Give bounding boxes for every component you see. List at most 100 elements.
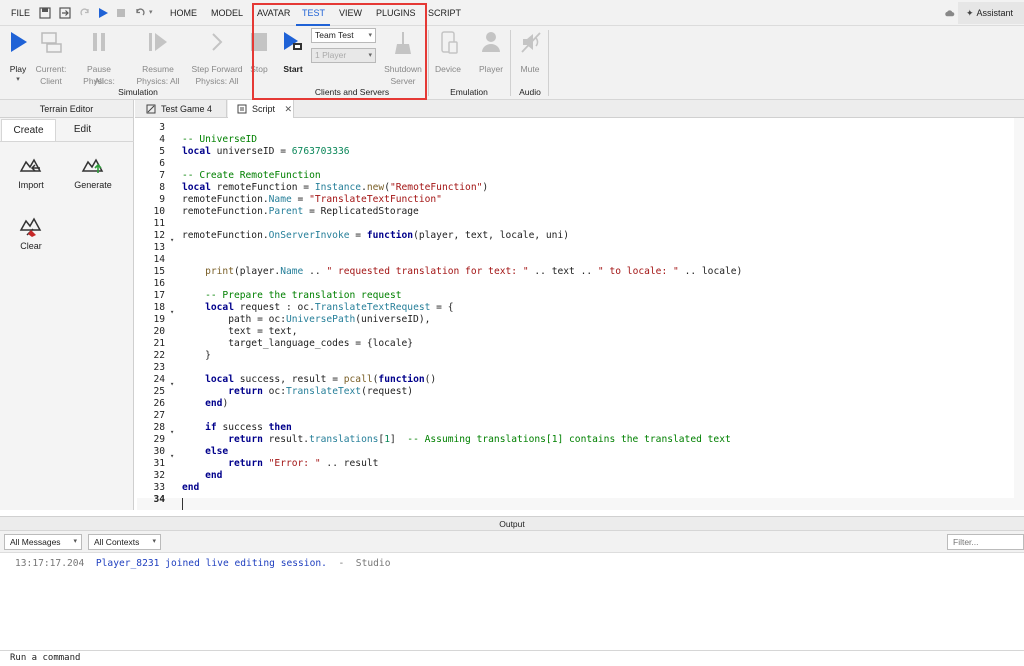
vertical-scrollbar[interactable] bbox=[1014, 118, 1024, 510]
import-label: Import bbox=[18, 180, 44, 190]
line-number: 17 bbox=[153, 290, 165, 301]
tab-model[interactable]: MODEL bbox=[211, 0, 243, 26]
play-dropdown-icon: ▾ bbox=[16, 76, 20, 83]
import-tool[interactable]: Import bbox=[8, 155, 54, 190]
assistant-label: Assistant bbox=[976, 8, 1014, 18]
step-forward-line2: Physics: All bbox=[195, 76, 239, 86]
line-number: 31 bbox=[153, 458, 165, 469]
player-icon bbox=[482, 32, 500, 52]
code-editor[interactable]: 3 4 5 6 7 8 9 10 11 12 13 14 15 16 17 18 19 20 21 22 23 24 25 2… bbox=[137, 118, 1024, 510]
stop-small-icon[interactable] bbox=[114, 6, 128, 20]
line-number: 6 bbox=[159, 158, 165, 169]
line-number: 15 bbox=[153, 266, 165, 277]
output-filter-input[interactable] bbox=[947, 534, 1024, 550]
line-number: 25 bbox=[153, 386, 165, 397]
line-number: 33 bbox=[153, 482, 165, 493]
player-label: Player bbox=[478, 64, 504, 74]
line-number: 32 bbox=[153, 470, 165, 481]
log-source: - Studio bbox=[338, 558, 391, 569]
line-number: 23 bbox=[153, 362, 165, 373]
fold-toggle-icon[interactable]: ▾ bbox=[170, 306, 178, 318]
line-number: 24 bbox=[153, 374, 165, 385]
pause-physics-line2: All bbox=[94, 76, 104, 86]
tab-create[interactable]: Create bbox=[1, 119, 56, 141]
current-client-line2: Client bbox=[40, 76, 62, 86]
import-icon[interactable] bbox=[58, 6, 72, 20]
line-number: 3 bbox=[159, 122, 165, 133]
tab-script[interactable]: SCRIPT bbox=[428, 0, 461, 26]
undo-icon[interactable] bbox=[133, 6, 147, 20]
step-forward-line1: Step Forward bbox=[191, 64, 243, 74]
line-number: 9 bbox=[159, 194, 165, 205]
log-entry: 13:17:17.204 Player_8231 joined live edi… bbox=[15, 558, 390, 569]
command-bar[interactable]: Run a command bbox=[0, 650, 1024, 666]
generate-label: Generate bbox=[74, 180, 112, 190]
terrain-generate-icon bbox=[81, 158, 104, 173]
highlight-box bbox=[252, 3, 427, 100]
menu-bar: FILE ▾ HOME MODEL AVATAR TEST VIEW PLUGI… bbox=[0, 0, 1024, 26]
client-server-icon bbox=[41, 32, 62, 53]
current-client-line1: Current: bbox=[35, 64, 67, 74]
line-number: 30 bbox=[153, 446, 165, 457]
ribbon-toolbar: Play ▾ Current: Client Pause Physics: Al… bbox=[0, 26, 1024, 100]
line-number: 11 bbox=[153, 218, 165, 229]
context-filter-value: All Contexts bbox=[94, 537, 140, 547]
play-icon bbox=[11, 32, 27, 52]
output-log: 13:17:17.204 Player_8231 joined live edi… bbox=[0, 553, 1024, 650]
line-number: 13 bbox=[153, 242, 165, 253]
undo-dropdown-icon[interactable]: ▾ bbox=[149, 0, 153, 26]
cloud-icon[interactable] bbox=[944, 8, 955, 19]
terrain-editor-title: Terrain Editor bbox=[0, 100, 133, 118]
fold-toggle-icon[interactable]: ▾ bbox=[170, 426, 178, 438]
fold-toggle-icon[interactable]: ▾ bbox=[170, 234, 178, 246]
assistant-button[interactable]: ✦ Assistant bbox=[958, 2, 1024, 24]
clear-tool[interactable]: Clear bbox=[8, 216, 54, 251]
tab-test-game-4[interactable]: Test Game 4 ✕ bbox=[137, 100, 227, 132]
pause-icon bbox=[93, 33, 105, 51]
separator bbox=[548, 30, 549, 96]
current-line-highlight bbox=[137, 498, 1024, 510]
tab-script-file[interactable]: Script ✕ bbox=[228, 100, 294, 118]
line-number: 14 bbox=[153, 254, 165, 265]
tab-home[interactable]: HOME bbox=[170, 0, 197, 26]
fold-toggle-icon[interactable]: ▾ bbox=[170, 450, 178, 462]
line-number: 10 bbox=[153, 206, 165, 217]
play-small-icon[interactable] bbox=[96, 6, 110, 20]
file-menu[interactable]: FILE bbox=[11, 0, 30, 26]
audio-group-label: Audio bbox=[519, 87, 541, 97]
save-icon[interactable] bbox=[38, 6, 52, 20]
simulation-group-label: Simulation bbox=[118, 87, 158, 97]
line-number: 34 bbox=[153, 494, 165, 505]
line-number-gutter: 3 4 5 6 7 8 9 10 11 12 13 14 15 16 17 18 19 20 21 22 23 24 25 2… bbox=[137, 118, 165, 510]
resume-physics-line1: Resume bbox=[142, 64, 174, 74]
redo-icon[interactable] bbox=[78, 6, 92, 20]
tab-script-label: Script bbox=[252, 104, 276, 114]
generate-tool[interactable]: Generate bbox=[70, 155, 116, 190]
device-label: Device bbox=[435, 64, 461, 74]
terrain-import-icon bbox=[19, 158, 42, 172]
line-number: 26 bbox=[153, 398, 165, 409]
emulation-group-label: Emulation bbox=[450, 87, 488, 97]
line-number: 7 bbox=[159, 170, 165, 181]
message-filter-value: All Messages bbox=[10, 537, 61, 547]
context-filter-dropdown[interactable]: All Contexts ▾ bbox=[88, 534, 161, 550]
close-icon[interactable]: ✕ bbox=[285, 104, 293, 114]
chevron-down-icon: ▾ bbox=[152, 538, 156, 545]
line-number: 4 bbox=[159, 134, 165, 145]
sparkle-icon: ✦ bbox=[966, 8, 974, 18]
mute-icon bbox=[521, 32, 541, 53]
terrain-editor-panel: Terrain Editor Create Edit Import Genera… bbox=[0, 100, 134, 510]
clear-label: Clear bbox=[20, 241, 42, 251]
message-filter-dropdown[interactable]: All Messages ▾ bbox=[4, 534, 82, 550]
line-number: 12 bbox=[153, 230, 165, 241]
line-number: 19 bbox=[153, 314, 165, 325]
separator bbox=[428, 30, 429, 96]
text-caret bbox=[182, 498, 183, 510]
mute-label: Mute bbox=[520, 64, 540, 74]
separator bbox=[510, 30, 511, 96]
tab-edit[interactable]: Edit bbox=[55, 119, 110, 141]
line-number: 18 bbox=[153, 302, 165, 313]
tab-divider bbox=[0, 141, 134, 142]
terrain-clear-icon bbox=[19, 217, 42, 237]
fold-toggle-icon[interactable]: ▾ bbox=[170, 378, 178, 390]
